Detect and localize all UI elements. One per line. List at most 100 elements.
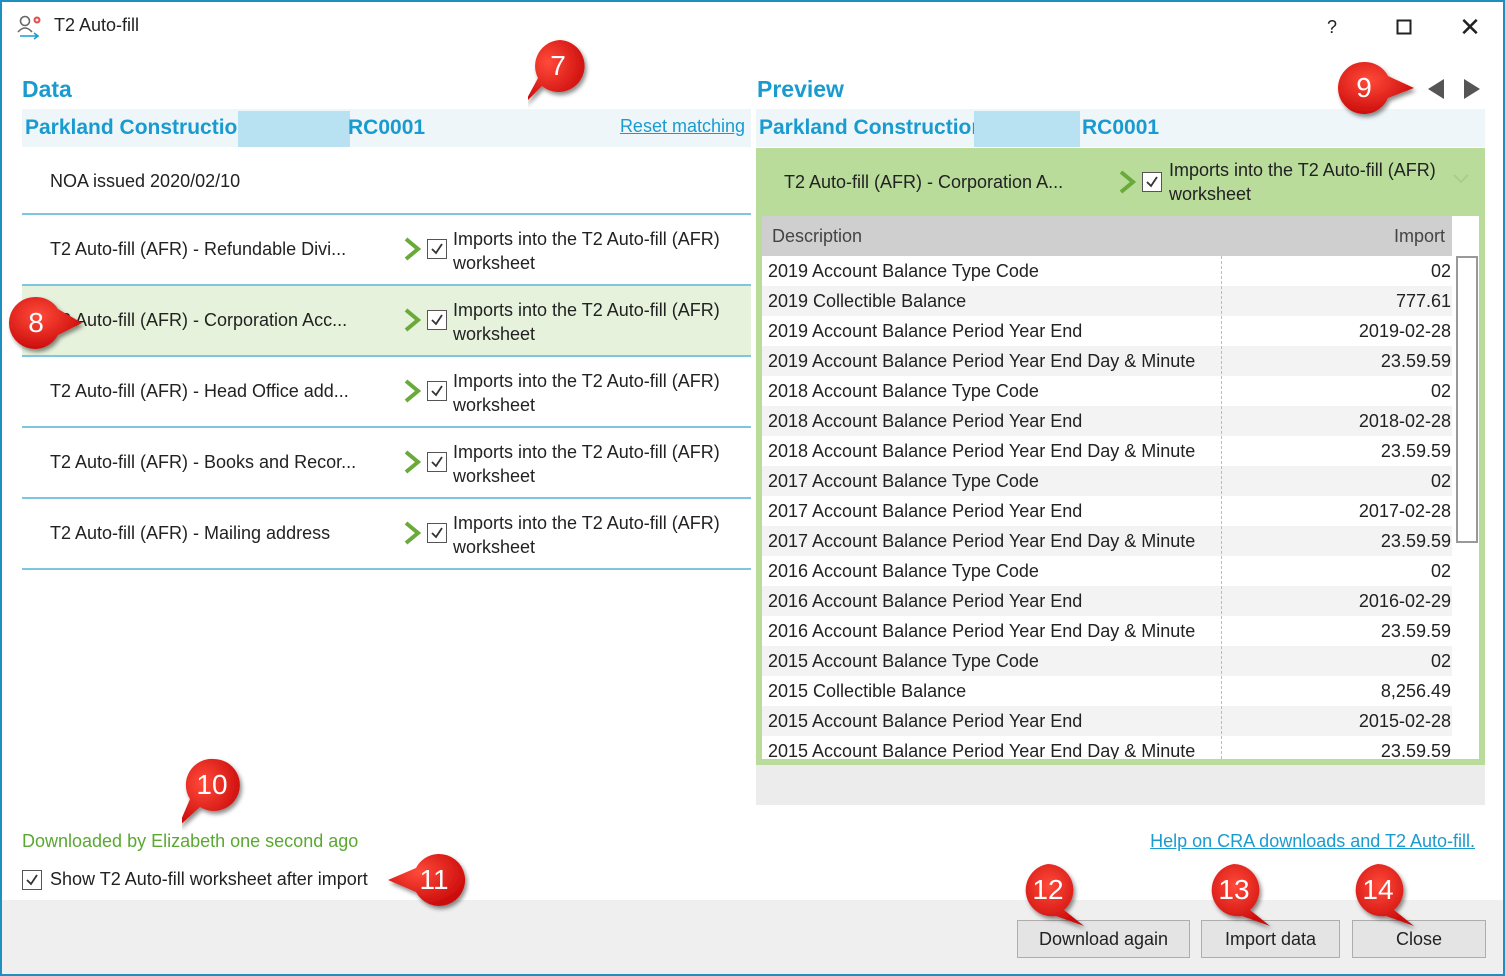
row-import-value: 2017-02-28: [1358, 501, 1451, 521]
row-label: T2 Auto-fill (AFR) - Mailing address: [50, 523, 331, 543]
row-description: 2019 Account Balance Type Code: [768, 261, 1039, 281]
import-checkbox[interactable]: [427, 239, 447, 259]
table-row: 2017 Account Balance Period Year End Day…: [762, 526, 1455, 556]
table-row: 2017 Account Balance Period Year End 2017…: [762, 496, 1455, 526]
chevron-right-icon: [404, 521, 421, 545]
data-row[interactable]: T2 Auto-fill (AFR) - Head Office add... …: [22, 357, 751, 428]
row-import-value: 2019-02-28: [1358, 321, 1451, 341]
row-import-value: 02: [1430, 651, 1451, 671]
row-import-value: 02: [1430, 381, 1451, 401]
preview-header[interactable]: T2 Auto-fill (AFR) - Corporation A... Im…: [756, 148, 1485, 216]
callout-number: 8: [28, 307, 44, 338]
table-header: Description Import: [762, 216, 1455, 256]
preview-header-import: Imports into the T2 Auto-fill (AFR) work…: [1169, 160, 1436, 204]
column-description: Description: [772, 226, 863, 246]
t2-autofill-dialog: T2 Auto-fill ? ✕ Data Parkland Construct…: [0, 0, 1505, 976]
scrollbar-thumb[interactable]: [1456, 256, 1478, 543]
table-body: 2019 Account Balance Type Code 02 2019 Col…: [762, 256, 1455, 759]
downloaded-status: Downloaded by Elizabeth one second ago: [22, 831, 359, 851]
callout-number: 11: [419, 864, 449, 895]
row-import-value: 02: [1430, 471, 1451, 491]
row-import-text: Imports into the T2 Auto-fill (AFR) work…: [453, 229, 720, 273]
row-import-text: Imports into the T2 Auto-fill (AFR) work…: [453, 442, 720, 486]
check-icon: [26, 874, 38, 885]
table-row: 2016 Account Balance Type Code 02: [762, 556, 1455, 586]
redacted-block: [238, 111, 350, 147]
callout-number: 10: [196, 769, 228, 800]
callout-marker: 10: [182, 757, 248, 824]
row-description: 2018 Account Balance Period Year End Day…: [768, 441, 1196, 461]
check-icon: [431, 314, 443, 326]
row-description: 2015 Collectible Balance: [768, 681, 967, 701]
chevron-down-icon[interactable]: [1452, 173, 1470, 185]
row-description: 2019 Collectible Balance: [768, 291, 967, 311]
data-rc-number: RC0001: [348, 116, 426, 139]
check-icon: [1146, 176, 1158, 188]
column-divider: [1221, 256, 1222, 759]
row-import-value: 23.59.59: [1380, 531, 1451, 551]
chevron-right-icon: [404, 237, 421, 261]
row-label: T2 Auto-fill (AFR) - Refundable Divi...: [50, 239, 347, 259]
data-row[interactable]: T2 Auto-fill (AFR) - Mailing address Imp…: [22, 499, 751, 570]
row-import-value: 2018-02-28: [1358, 411, 1451, 431]
reset-matching-link[interactable]: Reset matching: [620, 116, 745, 137]
chevron-right-icon: [404, 308, 421, 332]
show-worksheet-option[interactable]: Show T2 Auto-fill worksheet after import: [22, 869, 368, 890]
preview-footer: [756, 765, 1485, 805]
table-row: 2016 Account Balance Period Year End Day…: [762, 616, 1455, 646]
check-icon: [431, 243, 443, 255]
callout-marker: 12: [1020, 862, 1086, 928]
show-worksheet-checkbox[interactable]: [22, 869, 42, 890]
data-row[interactable]: T2 Auto-fill (AFR) - Refundable Divi... …: [22, 215, 751, 286]
import-checkbox[interactable]: [427, 310, 447, 330]
table-row: 2016 Account Balance Period Year End 2016…: [762, 586, 1455, 616]
table-row: 2015 Account Balance Period Year End Day…: [762, 736, 1455, 759]
row-description: 2016 Account Balance Type Code: [768, 561, 1039, 581]
import-checkbox[interactable]: [427, 523, 447, 543]
row-import-text: Imports into the T2 Auto-fill (AFR) work…: [453, 371, 720, 415]
noa-item[interactable]: NOA issued 2020/02/10: [50, 171, 240, 192]
maximize-icon: [1396, 19, 1412, 35]
maximize-button[interactable]: [1384, 10, 1424, 44]
import-checkbox[interactable]: [427, 381, 447, 401]
preview-rc-number: RC0001: [1082, 116, 1160, 139]
window-title: T2 Auto-fill: [54, 15, 140, 35]
callout-number: 9: [1356, 72, 1372, 103]
previous-arrow-icon[interactable]: [1426, 78, 1446, 100]
callout-marker: 9: [1336, 60, 1414, 126]
chevron-right-icon: [404, 450, 421, 474]
table-row: 2015 Account Balance Period Year End 2015…: [762, 706, 1455, 736]
data-company-bar: Parkland Construction RC0001 Reset match…: [22, 109, 751, 147]
row-import-text: Imports into the T2 Auto-fill (AFR) work…: [453, 300, 720, 344]
row-import-value: 2016-02-29: [1358, 591, 1451, 611]
row-label: T2 Auto-fill (AFR) - Head Office add...: [50, 381, 349, 401]
row-import-value: 2015-02-28: [1358, 711, 1451, 731]
table-row: 2019 Account Balance Period Year End Day…: [762, 346, 1455, 376]
table-row: 2018 Account Balance Period Year End Day…: [762, 436, 1455, 466]
row-import-value: 23.59.59: [1380, 351, 1451, 371]
row-description: 2017 Account Balance Period Year End Day…: [768, 531, 1196, 551]
table-row: 2019 Account Balance Period Year End 2019…: [762, 316, 1455, 346]
row-description: 2016 Account Balance Period Year End: [768, 591, 1083, 611]
redacted-block: [974, 111, 1080, 147]
help-button[interactable]: ?: [1312, 10, 1352, 44]
callout-number: 12: [1032, 874, 1064, 905]
next-arrow-icon[interactable]: [1462, 78, 1482, 100]
callout-marker: 11: [386, 852, 466, 918]
row-label: T2 Auto-fill (AFR) - Corporation Acc...: [50, 310, 348, 330]
row-description: 2018 Account Balance Period Year End: [768, 411, 1083, 431]
callout-marker: 7: [528, 38, 594, 104]
import-checkbox[interactable]: [427, 452, 447, 472]
data-row[interactable]: T2 Auto-fill (AFR) - Books and Recor... …: [22, 428, 751, 499]
callout-marker: 14: [1350, 862, 1416, 928]
row-description: 2018 Account Balance Type Code: [768, 381, 1039, 401]
row-import-value: 23.59.59: [1380, 621, 1451, 641]
data-row-selected[interactable]: T2 Auto-fill (AFR) - Corporation Acc... …: [22, 286, 751, 357]
help-cra-link[interactable]: Help on CRA downloads and T2 Auto-fill.: [1150, 831, 1475, 852]
close-window-button[interactable]: ✕: [1450, 10, 1490, 44]
callout-marker: 13: [1206, 862, 1272, 928]
preview-import-checkbox[interactable]: [1142, 172, 1162, 192]
row-description: 2015 Account Balance Period Year End Day…: [768, 741, 1196, 759]
row-label: T2 Auto-fill (AFR) - Books and Recor...: [50, 452, 357, 472]
callout-number: 7: [550, 50, 566, 81]
